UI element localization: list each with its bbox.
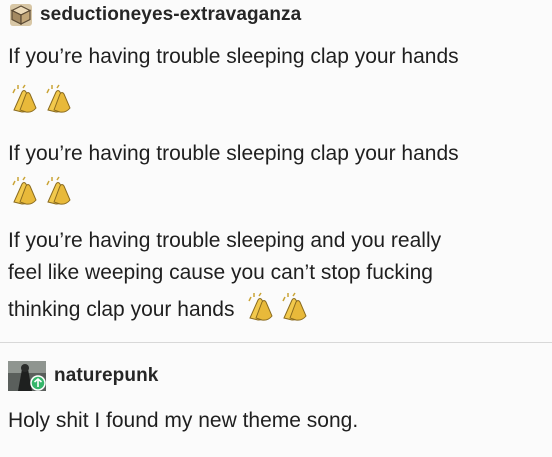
avatar[interactable]: [8, 361, 46, 391]
clap-icon: [282, 292, 307, 321]
username-label[interactable]: naturepunk: [54, 365, 158, 387]
clap-icon: [46, 176, 71, 205]
post-header-1: seductioneyes-extravaganza: [10, 4, 301, 26]
clap-icon: [46, 84, 71, 113]
post-divider: [0, 342, 552, 343]
clap-emoji-group: [8, 84, 74, 114]
post-text-line: thinking clap your hands: [8, 298, 235, 321]
clap-icon: [12, 84, 37, 113]
clap-icon: [248, 292, 273, 321]
username-label[interactable]: seductioneyes-extravaganza: [40, 4, 301, 26]
screenshot-canvas: seductioneyes-extravaganza If you’re hav…: [0, 0, 552, 457]
clap-icon: [12, 176, 37, 205]
post-header-2: naturepunk: [8, 361, 158, 391]
post-text-line: If you’re having trouble sleeping and yo…: [8, 229, 442, 252]
avatar-cube-icon[interactable]: [10, 4, 32, 26]
post-text-line: If you’re having trouble sleeping clap y…: [8, 45, 459, 68]
post-text-line-with-claps: thinking clap your hands: [8, 292, 310, 323]
post-text-line: If you’re having trouble sleeping clap y…: [8, 142, 459, 165]
post-text-line: feel like weeping cause you can’t stop f…: [8, 261, 433, 284]
clap-emoji-group: [8, 176, 74, 206]
reblog-comment-text: Holy shit I found my new theme song.: [8, 409, 359, 432]
clap-emoji-group: [244, 292, 310, 322]
